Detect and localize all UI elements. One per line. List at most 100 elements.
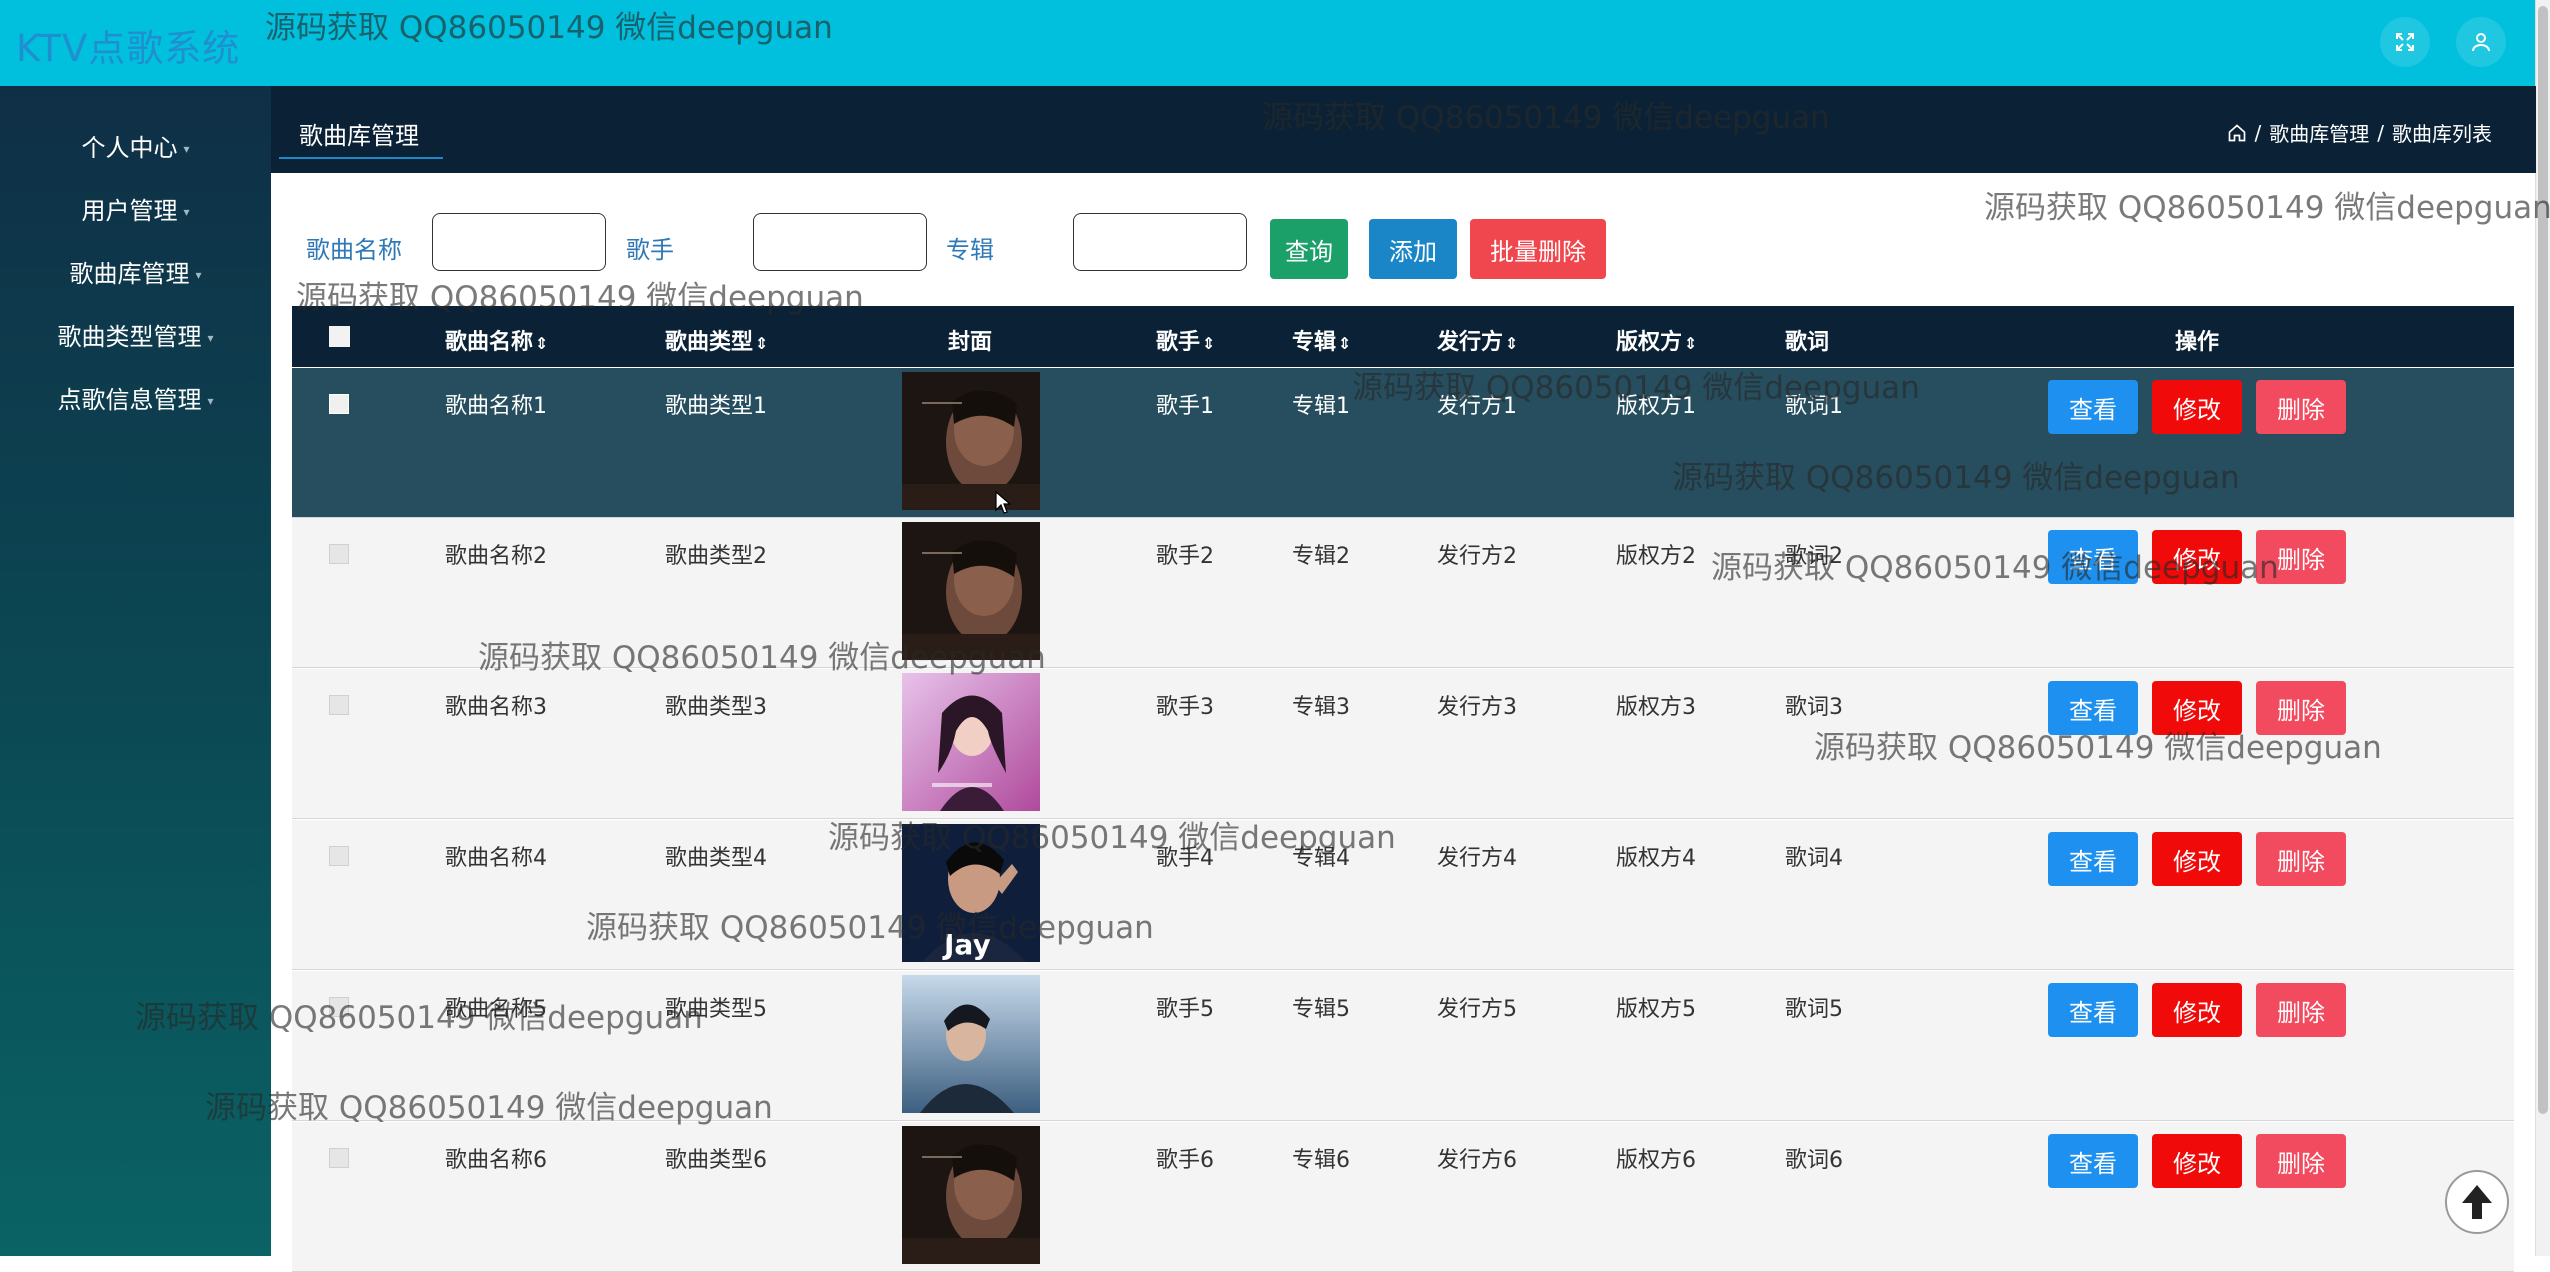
header-copyright[interactable]: 版权方 ⇕	[1616, 324, 1697, 356]
cover-image	[902, 372, 1040, 510]
header-song-name[interactable]: 歌曲名称 ⇕	[445, 324, 548, 356]
breadcrumb: / 歌曲库管理 / 歌曲库列表	[2227, 118, 2492, 147]
row-checkbox[interactable]	[329, 394, 349, 414]
cell-singer: 歌手2	[1156, 544, 1214, 569]
row-checkbox[interactable]	[329, 544, 349, 564]
edit-button[interactable]: 修改	[2152, 983, 2242, 1037]
sidebar-item-label: 歌曲类型管理	[57, 323, 202, 351]
cell-type: 歌曲类型3	[665, 695, 767, 720]
back-to-top-button[interactable]	[2445, 1170, 2509, 1234]
cell-name: 歌曲名称6	[445, 1148, 547, 1173]
table-row[interactable]: 歌曲名称4 歌曲类型4 歌手4 专辑4 发行方4 版权方4 歌词4 Jay 查看 修改 删除	[292, 820, 2514, 970]
cell-copyright: 版权方6	[1616, 1148, 1696, 1173]
chevron-down-icon: ▾	[207, 394, 214, 408]
table-row[interactable]: 歌曲名称1 歌曲类型1 歌手1 专辑1 发行方1 版权方1 歌词1 查看 修改 删除	[292, 368, 2514, 518]
cell-lyrics: 歌词2	[1785, 544, 1843, 569]
scrollbar-thumb[interactable]	[2538, 6, 2548, 1114]
cell-name: 歌曲名称4	[445, 846, 547, 871]
breadcrumb-separator: /	[2254, 120, 2262, 145]
home-icon[interactable]	[2227, 123, 2247, 143]
edit-button[interactable]: 修改	[2152, 380, 2242, 434]
view-button[interactable]: 查看	[2048, 832, 2138, 886]
cover-image	[902, 522, 1040, 660]
song-name-input[interactable]	[432, 213, 606, 271]
fullscreen-icon[interactable]	[2380, 17, 2430, 67]
view-button[interactable]: 查看	[2048, 380, 2138, 434]
view-button[interactable]: 查看	[2048, 983, 2138, 1037]
delete-button[interactable]: 删除	[2256, 530, 2346, 584]
table-row[interactable]: 歌曲名称6 歌曲类型6 歌手6 专辑6 发行方6 版权方6 歌词6 查看 修改 删除	[292, 1122, 2514, 1272]
cell-copyright: 版权方2	[1616, 544, 1696, 569]
cell-album: 专辑5	[1292, 997, 1350, 1022]
add-button[interactable]: 添加	[1369, 219, 1457, 279]
top-bar: KTV点歌系统	[0, 0, 2536, 86]
page-scrollbar[interactable]	[2535, 0, 2550, 1256]
view-button[interactable]: 查看	[2048, 1134, 2138, 1188]
sidebar-item-song-type[interactable]: 歌曲类型管理 ▾	[0, 315, 271, 359]
delete-button[interactable]: 删除	[2256, 380, 2346, 434]
sort-icon[interactable]: ⇕	[1338, 334, 1351, 353]
cell-lyrics: 歌词3	[1785, 695, 1843, 720]
sort-icon[interactable]: ⇕	[1684, 334, 1697, 353]
row-checkbox[interactable]	[329, 1148, 349, 1168]
edit-button[interactable]: 修改	[2152, 530, 2242, 584]
sort-icon[interactable]: ⇕	[1202, 334, 1215, 353]
query-button[interactable]: 查询	[1270, 219, 1348, 279]
delete-button[interactable]: 删除	[2256, 832, 2346, 886]
cell-name: 歌曲名称2	[445, 544, 547, 569]
row-checkbox[interactable]	[329, 997, 349, 1017]
sort-icon[interactable]: ⇕	[1505, 334, 1518, 353]
cell-singer: 歌手5	[1156, 997, 1214, 1022]
delete-button[interactable]: 删除	[2256, 1134, 2346, 1188]
cell-album: 专辑4	[1292, 846, 1350, 871]
sort-icon[interactable]: ⇕	[755, 334, 768, 353]
cell-album: 专辑2	[1292, 544, 1350, 569]
sidebar-item-personal-center[interactable]: 个人中心 ▾	[0, 126, 271, 170]
header-cover: 封面	[948, 330, 993, 355]
sidebar-item-label: 用户管理	[81, 197, 178, 225]
edit-button[interactable]: 修改	[2152, 681, 2242, 735]
table-row[interactable]: 歌曲名称5 歌曲类型5 歌手5 专辑5 发行方5 版权方5 歌词5 查看 修改 删除	[292, 971, 2514, 1121]
edit-button[interactable]: 修改	[2152, 1134, 2242, 1188]
sidebar-item-user-management[interactable]: 用户管理 ▾	[0, 189, 271, 233]
row-checkbox[interactable]	[329, 846, 349, 866]
delete-button[interactable]: 删除	[2256, 681, 2346, 735]
row-checkbox[interactable]	[329, 695, 349, 715]
cell-album: 专辑1	[1292, 394, 1350, 419]
header-label: 歌手	[1156, 330, 1201, 355]
sidebar-item-song-library[interactable]: 歌曲库管理 ▾	[0, 252, 271, 296]
tab-song-library[interactable]: 歌曲库管理	[299, 116, 419, 151]
sidebar-item-label: 点歌信息管理	[57, 386, 202, 414]
cell-name: 歌曲名称5	[445, 997, 547, 1022]
header-singer[interactable]: 歌手 ⇕	[1156, 324, 1215, 356]
cell-singer: 歌手1	[1156, 394, 1214, 419]
edit-button[interactable]: 修改	[2152, 832, 2242, 886]
singer-input[interactable]	[753, 213, 927, 271]
cell-lyrics: 歌词6	[1785, 1148, 1843, 1173]
watermark-text: 源码获取 QQ86050149 微信deepguan	[1984, 190, 2550, 226]
breadcrumb-separator: /	[2377, 120, 2384, 145]
header-song-type[interactable]: 歌曲类型 ⇕	[665, 324, 768, 356]
cell-name: 歌曲名称1	[445, 394, 547, 419]
table-row[interactable]: 歌曲名称3 歌曲类型3 歌手3 专辑3 发行方3 版权方3 歌词3 查看 修改 删除	[292, 669, 2514, 819]
select-all-checkbox[interactable]	[329, 326, 350, 347]
table-row[interactable]: 歌曲名称2 歌曲类型2 歌手2 专辑2 发行方2 版权方2 歌词2 查看 修改 删除	[292, 518, 2514, 668]
cell-album: 专辑3	[1292, 695, 1350, 720]
breadcrumb-level1[interactable]: 歌曲库管理	[2269, 118, 2369, 147]
table-header: 歌曲名称 ⇕ 歌曲类型 ⇕ 封面 歌手 ⇕ 专辑 ⇕ 发行方 ⇕ 版权方 ⇕ 歌词 操作	[292, 306, 2514, 367]
user-icon[interactable]	[2456, 17, 2506, 67]
header-label: 歌曲名称	[445, 330, 534, 355]
view-button[interactable]: 查看	[2048, 681, 2138, 735]
view-button[interactable]: 查看	[2048, 530, 2138, 584]
cell-copyright: 版权方4	[1616, 846, 1696, 871]
sidebar-item-request-info[interactable]: 点歌信息管理 ▾	[0, 378, 271, 422]
batch-delete-button[interactable]: 批量删除	[1470, 219, 1606, 279]
cell-copyright: 版权方3	[1616, 695, 1696, 720]
sort-icon[interactable]: ⇕	[535, 334, 548, 353]
header-publisher[interactable]: 发行方 ⇕	[1437, 324, 1518, 356]
chevron-down-icon: ▾	[183, 205, 190, 219]
delete-button[interactable]: 删除	[2256, 983, 2346, 1037]
header-album[interactable]: 专辑 ⇕	[1292, 324, 1351, 356]
album-input[interactable]	[1073, 213, 1247, 271]
cell-lyrics: 歌词5	[1785, 997, 1843, 1022]
